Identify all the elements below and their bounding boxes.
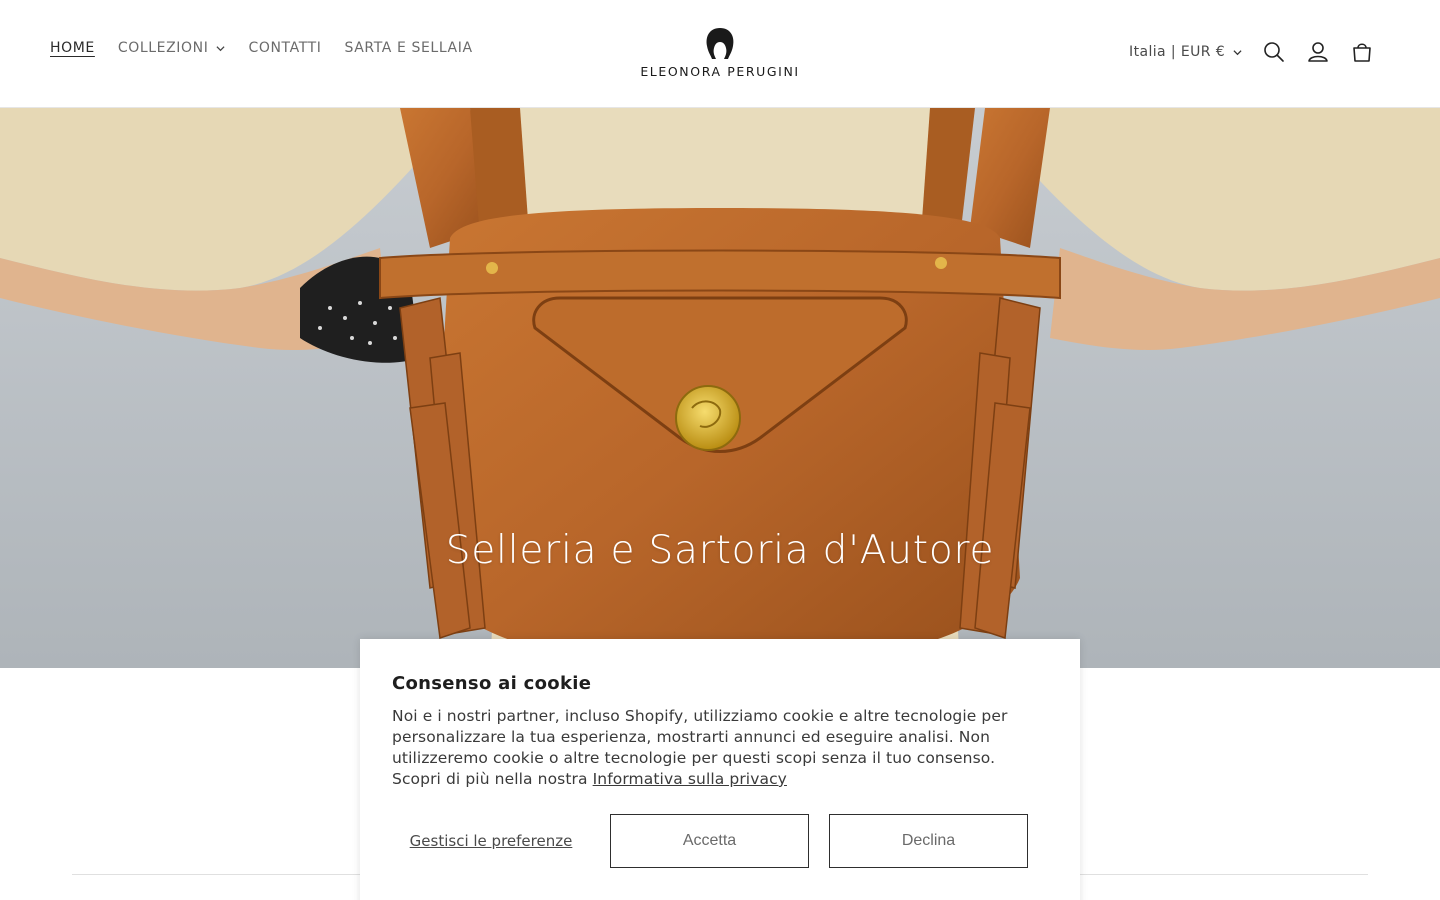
cookie-consent-banner: Consenso ai cookie Noi e i nostri partne… xyxy=(360,639,1080,900)
nav-home-label: HOME xyxy=(50,40,95,56)
cart-button[interactable] xyxy=(1340,32,1384,72)
manage-preferences-button[interactable]: Gestisci le preferenze xyxy=(392,814,590,868)
chevron-down-icon xyxy=(1233,49,1242,55)
cookie-body: Noi e i nostri partner, incluso Shopify,… xyxy=(392,706,1048,790)
account-button[interactable] xyxy=(1296,32,1340,72)
privacy-policy-link[interactable]: Informativa sulla privacy xyxy=(593,770,787,788)
nav-contatti[interactable]: CONTATTI xyxy=(248,40,321,56)
nav-sarta-label: SARTA E SELLAIA xyxy=(344,40,473,56)
accept-button[interactable]: Accetta xyxy=(610,814,809,868)
locale-selector[interactable]: Italia | EUR € xyxy=(1129,44,1242,60)
header-utilities: Italia | EUR € xyxy=(1129,32,1384,72)
main-nav: HOME COLLEZIONI CONTATTI SARTA E SELLAIA xyxy=(50,40,496,56)
brand-logo[interactable]: ELEONORA PERUGINI xyxy=(638,26,802,82)
cookie-title: Consenso ai cookie xyxy=(392,673,592,694)
logo-mark-icon xyxy=(706,28,734,59)
nav-collezioni[interactable]: COLLEZIONI xyxy=(118,40,226,56)
decline-button[interactable]: Declina xyxy=(829,814,1028,868)
cart-icon xyxy=(1353,43,1371,62)
locale-label: Italia | EUR € xyxy=(1129,44,1225,60)
hero-image xyxy=(0,108,1440,668)
hero-banner: Selleria e Sartoria d'Autore xyxy=(0,108,1440,668)
account-icon xyxy=(1308,42,1328,62)
search-icon xyxy=(1264,42,1284,62)
hero-title: Selleria e Sartoria d'Autore xyxy=(445,528,995,573)
site-header: HOME COLLEZIONI CONTATTI SARTA E SELLAIA… xyxy=(0,0,1440,108)
nav-collezioni-label: COLLEZIONI xyxy=(117,40,209,56)
nav-home[interactable]: HOME xyxy=(50,40,95,56)
chevron-down-icon xyxy=(216,45,226,51)
nav-contatti-label: CONTATTI xyxy=(248,40,322,56)
brand-name: ELEONORA PERUGINI xyxy=(640,64,800,79)
nav-sarta-e-sellaia[interactable]: SARTA E SELLAIA xyxy=(344,40,472,56)
search-button[interactable] xyxy=(1252,32,1296,72)
cookie-actions: Gestisci le preferenze Accetta Declina xyxy=(392,814,1048,868)
